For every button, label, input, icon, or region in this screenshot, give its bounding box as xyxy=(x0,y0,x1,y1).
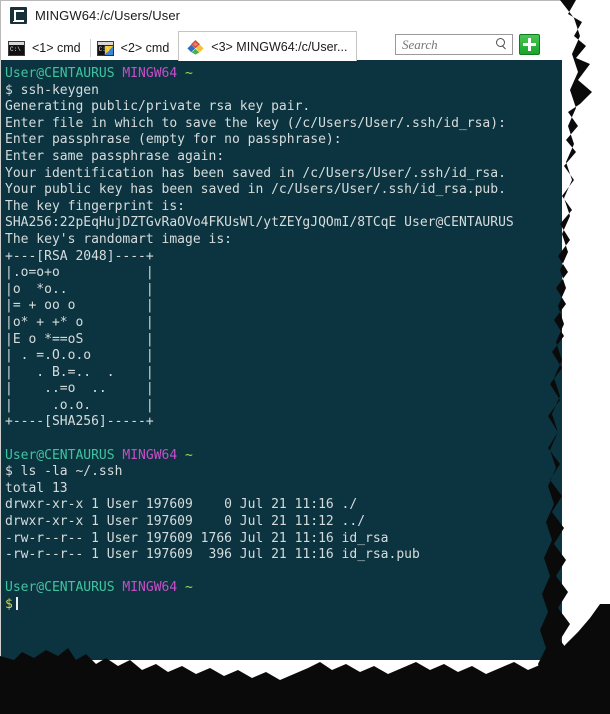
prompt-host: MINGW64 xyxy=(122,580,186,596)
tab-cmd-2[interactable]: <2> cmd xyxy=(89,35,179,61)
terminal-output-line: Enter file in which to save the key (/c/… xyxy=(5,115,506,131)
prompt-user: User@CENTAURUS xyxy=(5,66,123,81)
console-app-icon xyxy=(10,7,27,24)
terminal-output-line: | ..=o .. | xyxy=(5,381,154,397)
search-area xyxy=(395,34,540,55)
terminal-output-line: -rw-r--r-- 1 User 197609 396 Jul 21 11:1… xyxy=(5,547,420,563)
terminal-output-line: | . B.=.. . | xyxy=(5,364,154,380)
shield-badge-icon xyxy=(103,44,114,56)
terminal-output-line: Your identification has been saved in /c… xyxy=(5,165,506,181)
search-icon xyxy=(495,38,508,51)
prompt-symbol: $ xyxy=(5,597,13,612)
terminal-output-line: |o* + +* o | xyxy=(5,314,154,330)
terminal-output: User@CENTAURUS MINGW64 ~ $ ssh-keygen Gene… xyxy=(1,60,562,614)
new-tab-button[interactable] xyxy=(519,34,540,55)
git-bash-icon xyxy=(187,39,204,55)
terminal-output-line: Enter same passphrase again: xyxy=(5,148,225,164)
terminal-panel[interactable]: User@CENTAURUS MINGW64 ~ $ ssh-keygen Gene… xyxy=(0,60,562,660)
tab-label: <2> cmd xyxy=(120,41,170,55)
terminal-output-line: Generating public/private rsa key pair. xyxy=(5,99,311,115)
prompt-path: ~ xyxy=(185,580,193,596)
console-icon xyxy=(8,40,25,56)
terminal-active-input-line[interactable]: $ xyxy=(5,597,562,614)
application-window: MINGW64:/c/Users/User <1> cmd <2> cmd xyxy=(0,0,610,714)
search-input[interactable] xyxy=(402,36,495,53)
terminal-output-line: -rw-r--r-- 1 User 197609 1766 Jul 21 11:… xyxy=(5,530,389,546)
terminal-output-line: drwxr-xr-x 1 User 197609 0 Jul 21 11:16 … xyxy=(5,497,358,513)
prompt-symbol: $ xyxy=(5,82,21,98)
terminal-output-line: |E o *==oS | xyxy=(5,331,154,347)
tab-mingw64-3[interactable]: <3> MINGW64:/c/User... xyxy=(178,31,358,61)
command-text: ssh-keygen xyxy=(20,82,99,98)
terminal-command-line: $ ssh-keygen xyxy=(5,83,562,100)
terminal-output-line: Your public key has been saved in /c/Use… xyxy=(5,182,506,198)
terminal-prompt-line: User@CENTAURUS MINGW64 ~ xyxy=(5,448,562,465)
terminal-output-line: Enter passphrase (empty for no passphras… xyxy=(5,132,342,148)
terminal-output-line: | . =.O.o.o | xyxy=(5,348,154,364)
prompt-path: ~ xyxy=(185,447,193,463)
text-cursor xyxy=(15,597,18,610)
prompt-path: ~ xyxy=(185,66,193,81)
search-box[interactable] xyxy=(395,34,513,55)
command-text: ls -la ~/.ssh xyxy=(20,464,123,480)
tab-label: <1> cmd xyxy=(32,41,81,55)
window-title: MINGW64:/c/Users/User xyxy=(35,8,181,23)
console-shield-icon xyxy=(96,40,114,56)
title-bar: MINGW64:/c/Users/User xyxy=(1,1,562,30)
tab-cmd-1[interactable]: <1> cmd xyxy=(1,35,90,61)
terminal-output-line: The key's randomart image is: xyxy=(5,231,232,247)
terminal-output-line: SHA256:22pEqHujDZTGvRaOVo4FKUsWl/ytZEYgJ… xyxy=(5,215,514,231)
prompt-host: MINGW64 xyxy=(122,66,186,81)
terminal-output-line: The key fingerprint is: xyxy=(5,198,186,214)
prompt-symbol: $ xyxy=(5,464,21,480)
prompt-user: User@CENTAURUS xyxy=(5,580,123,596)
terminal-command-line: $ ls -la ~/.ssh xyxy=(5,464,562,481)
terminal-output-line: |.o=o+o | xyxy=(5,265,154,281)
prompt-user: User@CENTAURUS xyxy=(5,447,123,463)
terminal-prompt-line: User@CENTAURUS MINGW64 ~ xyxy=(5,66,562,83)
terminal-prompt-line: User@CENTAURUS MINGW64 ~ xyxy=(5,580,562,597)
prompt-host: MINGW64 xyxy=(122,447,186,463)
tab-label: <3> MINGW64:/c/User... xyxy=(211,39,348,54)
window-chrome: MINGW64:/c/Users/User <1> cmd <2> cmd xyxy=(0,0,562,61)
terminal-output-line: +----[SHA256]-----+ xyxy=(5,414,154,430)
terminal-output-line: +---[RSA 2048]----+ xyxy=(5,248,154,264)
terminal-output-line: total 13 xyxy=(5,480,68,496)
terminal-output-line: |o *o.. | xyxy=(5,281,154,297)
terminal-output-line: drwxr-xr-x 1 User 197609 0 Jul 21 11:12 … xyxy=(5,514,366,530)
terminal-output-line: |= + oo o | xyxy=(5,298,154,314)
terminal-output-line: | .o.o. | xyxy=(5,397,154,413)
